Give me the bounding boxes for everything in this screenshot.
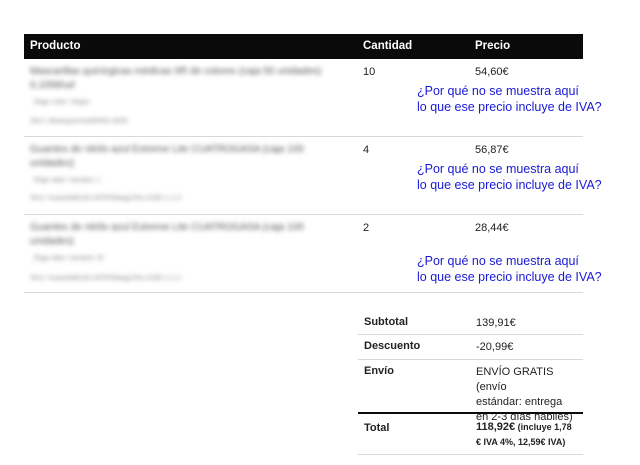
product-option: Elige talla / tamaño: M (34, 255, 104, 262)
total-label: Total (364, 422, 390, 434)
total-vat-note-1: (incluye 1,78 (515, 422, 572, 432)
product-name-line2: unidades) (30, 236, 74, 247)
annotation-line1: ¿Por qué no se muestra aquí (417, 162, 579, 176)
total-value-block: 118,92€ (incluye 1,78 € IVA 4%, 12,59€ I… (476, 420, 582, 450)
product-name: Guantes de nitrilo azul Extreme Lite CUA… (30, 221, 304, 249)
table-row: Mascarillas quirúrgicas médicas IIR de c… (24, 59, 602, 137)
annotation-line2: lo que ese precio incluye de IVA? (417, 270, 602, 284)
product-name: Guantes de nitrilo azul Extreme Lite CUA… (30, 143, 304, 171)
product-name: Mascarillas quirúrgicas médicas IIR de c… (30, 65, 321, 93)
annotation-line2: lo que ese precio incluye de IVA? (417, 100, 602, 114)
total-value: 118,92€ (476, 421, 516, 433)
product-name-line2: unidades) (30, 158, 74, 169)
subtotal-value: 139,91€ (476, 317, 516, 329)
vat-annotation: ¿Por qué no se muestra aquí lo que ese p… (417, 253, 602, 285)
vat-annotation: ¿Por qué no se muestra aquí lo que ese p… (417, 83, 602, 115)
product-name-line1: Mascarillas quirúrgicas médicas IIR de c… (30, 66, 322, 77)
shipping-line2: estándar: entrega (476, 396, 563, 408)
product-name-line2: 0,1058/ud (30, 80, 75, 91)
product-sku: SKU: GuantNitExtCUATROMag100u-0180-1-1-3 (30, 195, 181, 202)
annotation-line2: lo que ese precio incluye de IVA? (417, 178, 602, 192)
total-vat-note-2: € IVA 4%, 12,59€ IVA) (476, 437, 566, 447)
subtotal-row: Subtotal 139,91€ (358, 310, 583, 335)
item-quantity: 10 (363, 66, 376, 78)
product-option: Elige talla / tamaño: L (34, 177, 102, 184)
annotation-line1: ¿Por qué no se muestra aquí (417, 254, 579, 268)
table-header: Producto Cantidad Precio (24, 34, 583, 59)
discount-row: Descuento -20,99€ (358, 335, 583, 360)
item-quantity: 4 (363, 144, 370, 156)
header-quantity: Cantidad (363, 40, 413, 52)
product-name-line1: Guantes de nitrilo azul Extreme Lite CUA… (30, 222, 304, 233)
discount-value: -20,99€ (476, 341, 514, 353)
product-sku: SKU: GuantNitExtCUATROMag100u-0180-1-1-2 (30, 275, 181, 282)
vat-annotation: ¿Por qué no se muestra aquí lo que ese p… (417, 161, 602, 193)
discount-label: Descuento (364, 340, 421, 352)
product-name-line1: Guantes de nitrilo azul Extreme Lite CUA… (30, 144, 304, 155)
product-sku: SKU: MaskquirmedIIRNG-0005 (30, 118, 128, 125)
table-row: Guantes de nitrilo azul Extreme Lite CUA… (24, 137, 602, 215)
item-quantity: 2 (363, 222, 370, 234)
item-price: 28,44€ (475, 222, 509, 234)
subtotal-label: Subtotal (364, 316, 408, 328)
annotation-line1: ¿Por qué no se muestra aquí (417, 84, 579, 98)
item-price: 56,87€ (475, 144, 509, 156)
shipping-line1: ENVÍO GRATIS (envío (476, 366, 554, 393)
shipping-label: Envío (364, 365, 394, 377)
item-price: 54,60€ (475, 66, 509, 78)
total-row: Total 118,92€ (incluye 1,78 € IVA 4%, 12… (358, 414, 583, 455)
header-price: Precio (475, 40, 511, 52)
shipping-row: Envío ENVÍO GRATIS (envío estándar: entr… (358, 360, 583, 423)
product-option: Elige color: Negro (34, 99, 90, 106)
table-row: Guantes de nitrilo azul Extreme Lite CUA… (24, 215, 602, 293)
header-product: Producto (30, 40, 81, 52)
